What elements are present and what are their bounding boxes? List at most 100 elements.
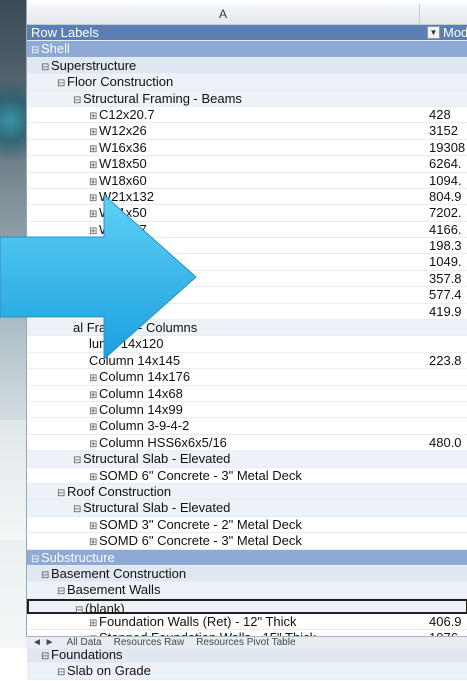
pivot-row[interactable]: ⊞ Foundation Walls (Ret) - 12" Thick 406.9: [27, 614, 467, 631]
row-label-text: Basement Walls: [67, 582, 161, 598]
expand-icon[interactable]: ⊞: [89, 535, 99, 550]
expand-icon[interactable]: ⊞: [89, 175, 99, 190]
expand-icon[interactable]: ⊞: [89, 142, 99, 157]
column-header-a[interactable]: A: [27, 4, 420, 24]
pivot-row[interactable]: ⊞ Column 14x176: [27, 369, 467, 386]
sheet-tab[interactable]: All Data: [61, 637, 108, 649]
collapse-icon[interactable]: ⊟: [41, 649, 51, 664]
modeled-value: 1049.: [429, 254, 462, 270]
pivot-row[interactable]: ⊟ Structural Slab - Elevated: [27, 451, 467, 468]
pivot-row-label: ⊟ Superstructure: [41, 58, 136, 75]
expand-icon[interactable]: ⊞: [89, 388, 99, 403]
pivot-row[interactable]: ⊞ Column 14x99: [27, 401, 467, 419]
sheet-tab[interactable]: Resources Pivot Table: [190, 637, 301, 649]
tab-scroll-arrows[interactable]: ◄ ►: [26, 637, 61, 649]
pivot-row[interactable]: ⊞ Column 3-9-4-2: [27, 418, 467, 435]
filter-dropdown-icon[interactable]: ▼: [427, 26, 440, 39]
collapse-icon[interactable]: ⊟: [41, 568, 51, 583]
row-label-text: W16x36: [99, 139, 147, 155]
pivot-row-label: ⊟ Structural Slab - Elevated: [73, 451, 230, 468]
row-label-text: Column 14x176: [99, 369, 191, 385]
pivot-row-label: ⊞ Column HSS6x6x5/16: [89, 435, 227, 452]
expand-icon[interactable]: ⊞: [89, 470, 99, 485]
expand-icon[interactable]: ⊞: [89, 404, 99, 419]
pivot-row[interactable]: ⊞ W18x60 1094.: [27, 172, 467, 190]
modeled-value: 3152: [429, 123, 458, 139]
row-label-text: Column 14x99: [99, 401, 183, 417]
pivot-row-label: ⊞ W16x36: [89, 140, 147, 157]
pivot-header-row: Row Labels ▼ Modell: [27, 25, 467, 42]
pivot-row[interactable]: ⊞ Column 14x68: [27, 385, 467, 403]
row-label-text: SOMD 6" Concrete - 3" Metal Deck: [99, 533, 302, 549]
sheet-tab[interactable]: Resources Raw: [108, 637, 191, 649]
pivot-row[interactable]: ⊟ Substructure: [27, 549, 467, 567]
modeled-value: 7202.: [429, 205, 462, 221]
pivot-row-label: ⊟ Basement Construction: [41, 566, 186, 583]
pivot-row-label: ⊟ Substructure: [31, 550, 115, 567]
row-label-text: Column HSS6x6x5/16: [99, 434, 227, 450]
pivot-row[interactable]: ⊞ Column HSS6x6x5/16 480.0: [27, 434, 467, 452]
pivot-row[interactable]: ⊟ Foundations: [27, 646, 467, 664]
pivot-row[interactable]: ⊞ W18x50 6264.: [27, 156, 467, 173]
column-header-b[interactable]: [420, 4, 467, 24]
pivot-row[interactable]: ⊞ W12x26 3152: [27, 123, 467, 140]
row-label-text: Column 3-9-4-2: [99, 418, 190, 434]
sheet-tabs: ◄ ► All Data Resources Raw Resources Pivot …: [26, 636, 467, 649]
pivot-row[interactable]: ⊟ Superstructure: [27, 57, 467, 75]
collapse-icon[interactable]: ⊟: [41, 60, 51, 75]
pivot-row[interactable]: ⊞ SOMD 6" Concrete - 3" Metal Deck: [27, 533, 467, 550]
pivot-row[interactable]: ⊞ W16x36 19308: [27, 139, 467, 157]
expand-icon[interactable]: ⊞: [89, 371, 99, 386]
pivot-row[interactable]: ⊟ Structural Slab - Elevated: [27, 500, 467, 517]
expand-icon[interactable]: ⊞: [89, 125, 99, 140]
pivot-row[interactable]: ⊟ Basement Walls: [27, 582, 467, 599]
pivot-row-label: ⊞ W18x50: [89, 156, 147, 173]
pivot-row[interactable]: ⊟ Floor Construction: [27, 74, 467, 91]
row-label-text: W18x60: [99, 172, 147, 188]
pivot-row[interactable]: ⊟ Roof Construction: [27, 483, 467, 501]
pivot-row-label: ⊞ W12x26: [89, 123, 147, 140]
row-label-text: Roof Construction: [67, 483, 172, 499]
row-label-text: Column 14x68: [99, 385, 183, 401]
modeled-value: 804.9: [429, 188, 462, 204]
pivot-row[interactable]: ⊟ Basement Construction: [27, 565, 467, 583]
collapse-icon[interactable]: ⊟: [31, 43, 41, 58]
collapse-icon[interactable]: ⊟: [57, 584, 67, 599]
modeled-value: 419.9: [429, 303, 462, 319]
row-label-text: C12x20.7: [99, 106, 155, 122]
pivot-row[interactable]: ⊟ Slab on Grade: [27, 663, 467, 680]
row-labels-header: Row Labels: [31, 25, 99, 40]
row-label-text: Foundations: [51, 646, 123, 662]
expand-icon[interactable]: ⊞: [89, 519, 99, 534]
expand-icon[interactable]: ⊞: [89, 616, 99, 631]
row-label-text: Structural Slab - Elevated: [83, 500, 231, 516]
pivot-row[interactable]: ⊟ Shell: [27, 41, 467, 58]
collapse-icon[interactable]: ⊟: [57, 665, 67, 680]
expand-icon[interactable]: ⊞: [89, 109, 99, 124]
modeled-value: 4166.: [429, 221, 462, 237]
row-label-text: Superstructure: [51, 57, 137, 73]
modeled-value: 357.8: [429, 270, 462, 286]
collapse-icon[interactable]: ⊟: [73, 453, 83, 468]
pivot-row[interactable]: ⊞ C12x20.7 428: [27, 106, 467, 124]
pivot-row[interactable]: ⊟ (blank): [27, 598, 467, 616]
pivot-row[interactable]: ⊞ SOMD 3" Concrete - 2" Metal Deck: [27, 516, 467, 534]
collapse-icon[interactable]: ⊟: [31, 552, 41, 567]
background-graphic: [0, 80, 26, 170]
pivot-row-label: ⊞ SOMD 3" Concrete - 2" Metal Deck: [89, 517, 302, 534]
background-graphic-lower: [0, 420, 26, 540]
pivot-row[interactable]: ⊟ Structural Framing - Beams: [27, 90, 467, 108]
collapse-icon[interactable]: ⊟: [57, 76, 67, 91]
pivot-row-label: ⊞ Column 14x176: [89, 369, 190, 386]
collapse-icon[interactable]: ⊟: [73, 93, 83, 108]
expand-icon[interactable]: ⊞: [89, 158, 99, 173]
modeled-value: 223.8: [429, 352, 462, 368]
collapse-icon[interactable]: ⊟: [73, 502, 83, 517]
pivot-row-label: ⊞ SOMD 6" Concrete - 3" Metal Deck: [89, 533, 302, 550]
pivot-row[interactable]: ⊞ SOMD 6" Concrete - 3" Metal Deck: [27, 467, 467, 485]
modeled-header: Modell: [443, 25, 467, 40]
expand-icon[interactable]: ⊞: [89, 437, 99, 452]
collapse-icon[interactable]: ⊟: [57, 486, 67, 501]
expand-icon[interactable]: ⊞: [89, 420, 99, 435]
row-label-text: Structural Framing - Beams: [83, 90, 242, 106]
